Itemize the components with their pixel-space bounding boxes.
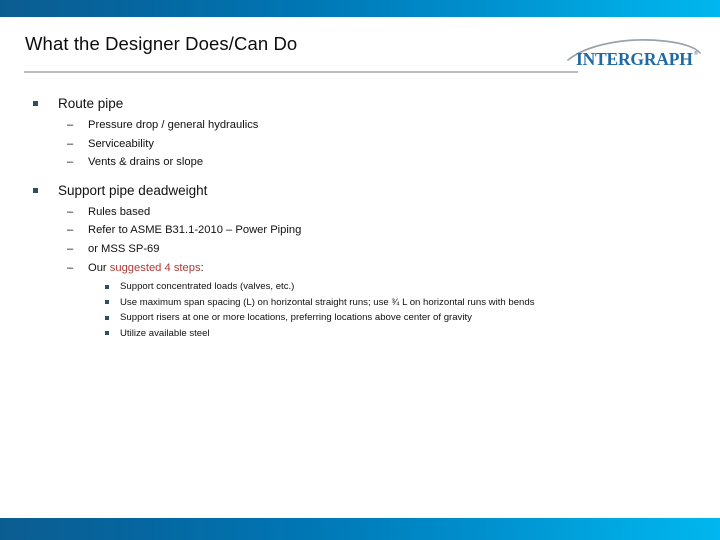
dash-bullet-icon: – [67,119,74,131]
bullet-level1-route-pipe: Route pipe [0,94,720,113]
suggested-steps-prefix: Our [88,261,110,274]
slide-body: Route pipe – Pressure drop / general hyd… [0,94,720,342]
bullet-level2-group-route-pipe: – Pressure drop / general hydraulics – S… [0,116,720,172]
bullet-level2-label: Refer to ASME B31.1-2010 – Power Piping [88,224,302,237]
title-divider-rule [24,71,578,73]
square-bullet-icon [105,284,109,289]
top-gradient-band [0,0,720,17]
logo-trademark: ® [694,50,698,57]
square-bullet-icon [105,331,109,336]
bullet-level3-label: Utilize available steel [120,327,210,339]
bullet-level2-item: – Serviceability [0,135,720,154]
dash-bullet-icon: – [67,261,74,274]
bullet-level2-label: or MSS SP-69 [88,242,160,255]
logo-wordmark: INTERGRAPH [576,49,693,69]
bullet-level2-item-suggested-steps: – Our suggested 4 steps: [0,259,720,278]
square-bullet-icon [105,300,109,305]
dash-bullet-icon: – [67,205,74,218]
intergraph-logo: INTERGRAPH ® [566,38,706,70]
dash-bullet-icon: – [67,224,74,237]
suggested-steps-suffix: : [200,261,204,274]
bullet-level2-label: Rules based [88,205,151,218]
square-bullet-icon [33,187,38,193]
bullet-level1-label: Route pipe [58,96,124,111]
bullet-level3-item: Use maximum span spacing (L) on horizont… [0,295,720,311]
bullet-level2-item: – Rules based [0,203,720,222]
dash-bullet-icon: – [67,137,74,150]
bullet-level3-item: Support risers at one or more locations,… [0,310,720,326]
bullet-level2-item: – Pressure drop / general hydraulics [0,116,720,135]
dash-bullet-icon: – [67,156,74,169]
bullet-level3-group: Support concentrated loads (valves, etc.… [0,279,720,341]
bullet-level2-item: – or MSS SP-69 [0,240,720,259]
bullet-level3-label: Support concentrated loads (valves, etc.… [120,281,295,293]
bullet-level1-support-pipe-deadweight: Support pipe deadweight [0,181,720,200]
bullet-level3-label: Use maximum span spacing (L) on horizont… [120,296,535,308]
bullet-level1-label: Support pipe deadweight [58,182,208,198]
dash-bullet-icon: – [67,242,74,255]
bullet-level2-item: – Vents & drains or slope [0,153,720,172]
bullet-level2-label: Serviceability [88,137,154,150]
square-bullet-icon [33,101,38,106]
bottom-gradient-band [0,518,720,540]
bullet-level2-group-support-pipe: – Rules based – Refer to ASME B31.1-2010… [0,203,720,277]
suggested-steps-accent: suggested 4 steps [109,261,201,274]
page-title: What the Designer Does/Can Do [25,33,298,54]
bullet-level3-label: Support risers at one or more locations,… [120,312,472,324]
slide-canvas: What the Designer Does/Can Do INTERGRAPH… [0,0,720,540]
bullet-level2-item: – Refer to ASME B31.1-2010 – Power Pipin… [0,221,720,240]
bullet-level3-item: Utilize available steel [0,326,720,342]
bullet-level2-label: Vents & drains or slope [88,156,204,169]
square-bullet-icon [105,315,109,320]
bullet-level3-item: Support concentrated loads (valves, etc.… [0,279,720,295]
bullet-level2-label: Pressure drop / general hydraulics [88,119,259,131]
